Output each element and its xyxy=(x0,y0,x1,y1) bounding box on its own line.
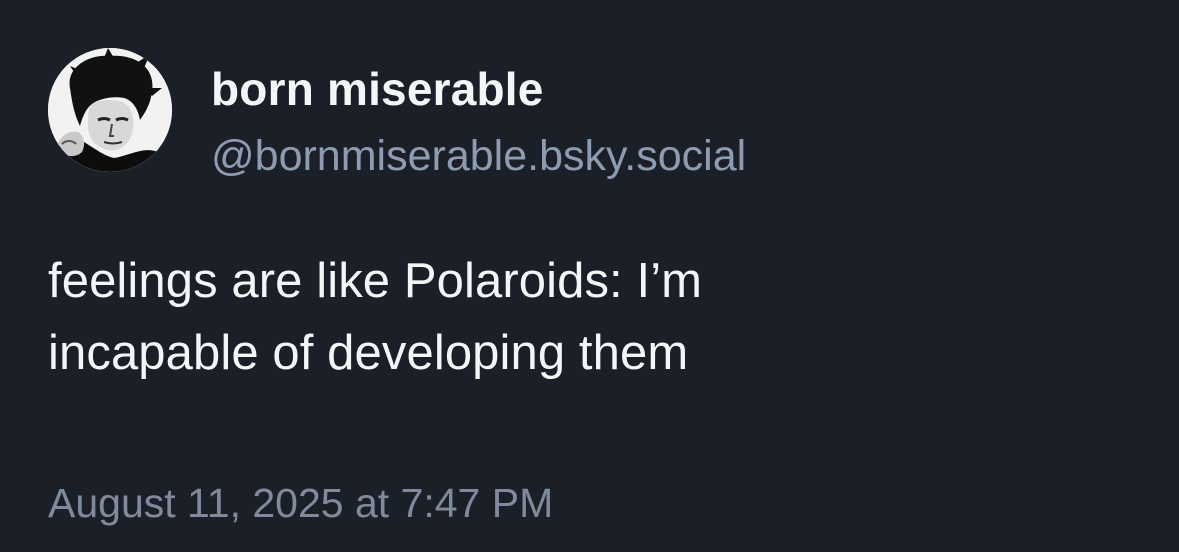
post-text: feelings are like Polaroids: I’m incapab… xyxy=(48,245,1048,389)
author-display-name[interactable]: born miserable xyxy=(211,62,544,116)
user-avatar-icon xyxy=(48,48,172,172)
avatar[interactable] xyxy=(48,48,172,172)
post-text-line: feelings are like Polaroids: I’m xyxy=(48,254,703,308)
post-text-line: incapable of developing them xyxy=(48,326,689,380)
post-card: born miserable @bornmiserable.bsky.socia… xyxy=(0,0,1179,552)
post-timestamp[interactable]: August 11, 2025 at 7:47 PM xyxy=(48,480,553,527)
author-handle[interactable]: @bornmiserable.bsky.social xyxy=(211,132,746,181)
